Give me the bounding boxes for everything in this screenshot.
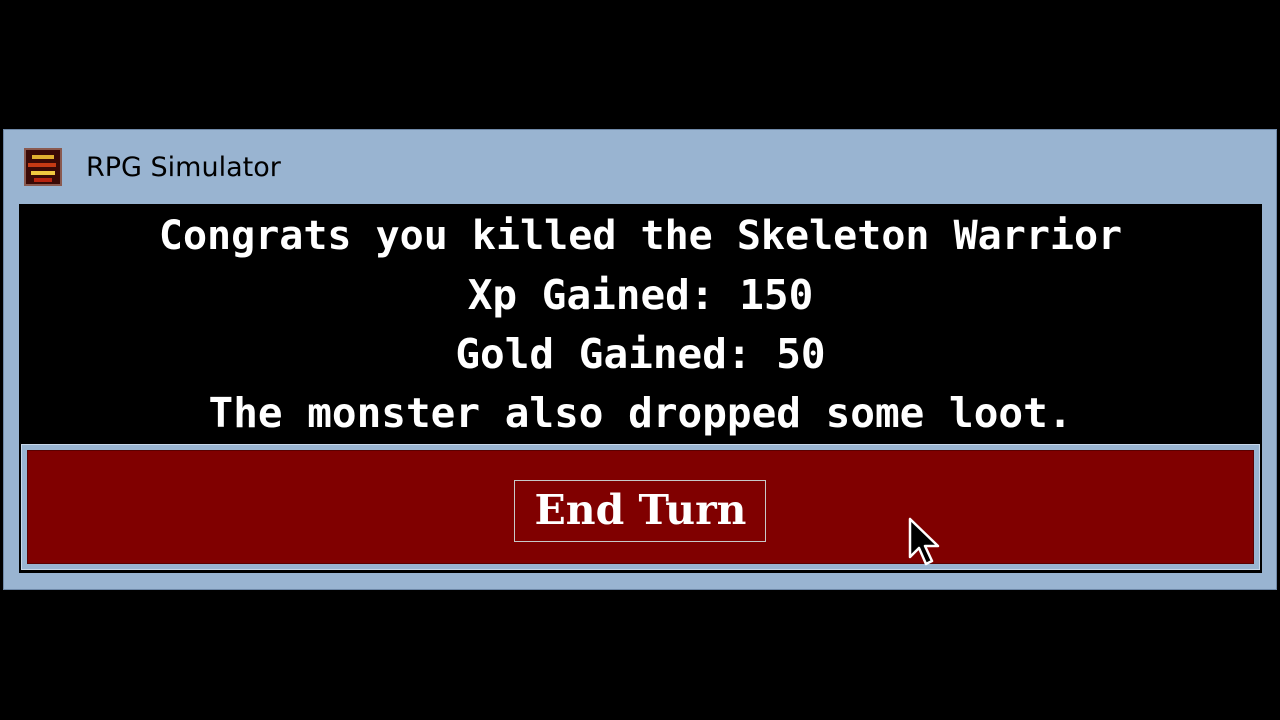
end-turn-button[interactable]: End Turn [27,450,1254,564]
loot-message: The monster also dropped some loot. [208,389,1073,437]
app-window: RPG Simulator Congrats you killed the Sk… [3,129,1277,590]
kill-message: Congrats you killed the Skeleton Warrior [158,213,1123,259]
game-panel: Congrats you killed the Skeleton Warrior… [19,204,1262,573]
rpg-app-icon[interactable] [24,148,62,186]
window-title: RPG Simulator [86,152,281,183]
button-frame: End Turn [21,444,1260,570]
title-bar[interactable]: RPG Simulator [4,130,1276,204]
gold-gained-text: Gold Gained: 50 [455,330,826,378]
end-turn-label: End Turn [534,486,747,534]
xp-gained-text: Xp Gained: 150 [467,271,814,319]
mouse-pointer-icon [908,517,940,566]
screen: RPG Simulator Congrats you killed the Sk… [0,0,1280,720]
